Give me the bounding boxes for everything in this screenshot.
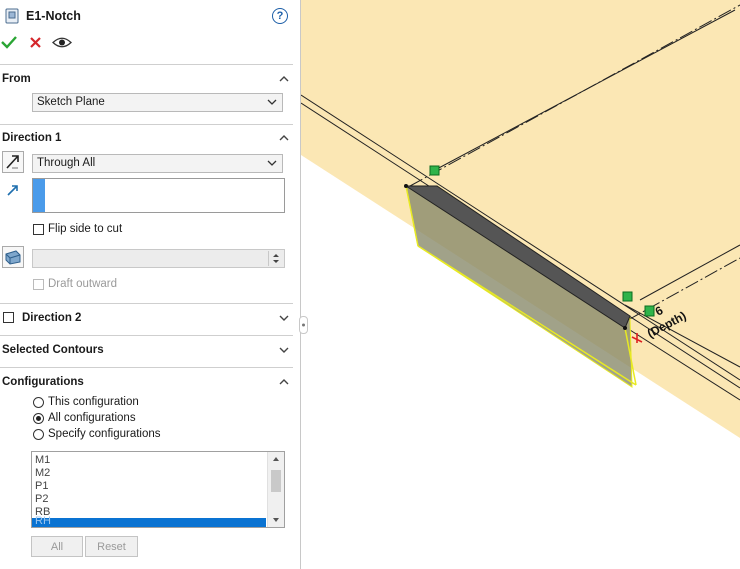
preview-eye-icon[interactable] xyxy=(52,36,72,52)
help-icon[interactable]: ? xyxy=(272,8,288,24)
end-condition-value: Through All xyxy=(37,157,96,169)
this-configuration-radio[interactable] xyxy=(33,397,44,408)
direction2-checkbox[interactable] xyxy=(3,312,14,323)
collapse-chevron-up-icon[interactable] xyxy=(279,376,289,386)
list-item-selected-label: RH xyxy=(35,515,51,527)
this-configuration-label: This configuration xyxy=(48,396,139,408)
list-item[interactable]: M1 xyxy=(35,454,50,466)
sketch-point[interactable] xyxy=(404,184,408,188)
configurations-listbox[interactable]: M1 M2 P1 P2 RB RH xyxy=(31,451,285,528)
direction1-section-header[interactable]: Direction 1 xyxy=(2,132,61,144)
graphics-viewport[interactable]: 6 (Depth) xyxy=(301,0,740,569)
sketch-handle[interactable] xyxy=(429,165,440,176)
end-condition-select[interactable]: Through All xyxy=(32,154,283,173)
direction2-section-header[interactable]: Direction 2 xyxy=(22,312,81,324)
flip-side-to-cut-label: Flip side to cut xyxy=(48,223,123,235)
separator xyxy=(0,64,293,65)
all-configurations-label: All configurations xyxy=(48,412,136,424)
sketch-handle[interactable] xyxy=(622,291,633,302)
expand-chevron-down-icon[interactable] xyxy=(279,312,289,322)
direction-vector-arrow-icon xyxy=(6,183,20,200)
reverse-direction-icon[interactable] xyxy=(2,151,24,173)
from-select[interactable]: Sketch Plane xyxy=(32,93,283,112)
flip-side-to-cut-checkbox[interactable] xyxy=(33,224,44,235)
expand-chevron-down-icon[interactable] xyxy=(279,344,289,354)
separator xyxy=(0,124,293,125)
draft-angle-spinbox[interactable] xyxy=(32,249,285,268)
collapse-chevron-up-icon[interactable] xyxy=(279,73,289,83)
selected-contours-section-header[interactable]: Selected Contours xyxy=(2,344,104,356)
all-configurations-radio[interactable] xyxy=(33,413,44,424)
select-all-button[interactable]: All xyxy=(31,536,83,557)
notch-feature-icon xyxy=(5,8,19,27)
separator xyxy=(0,335,293,336)
from-select-value: Sketch Plane xyxy=(37,96,105,108)
spinner-arrows-icon[interactable] xyxy=(268,251,283,266)
configurations-section-header[interactable]: Configurations xyxy=(2,376,84,388)
list-item[interactable]: P2 xyxy=(35,493,48,505)
specify-configurations-radio[interactable] xyxy=(33,429,44,440)
direction-of-extrusion-field[interactable] xyxy=(32,178,285,213)
collapse-chevron-up-icon[interactable] xyxy=(279,132,289,142)
separator xyxy=(0,303,293,304)
reset-button[interactable]: Reset xyxy=(85,536,138,557)
draft-on-off-icon[interactable] xyxy=(2,246,24,268)
separator xyxy=(0,367,293,368)
specify-configurations-label: Specify configurations xyxy=(48,428,161,440)
3d-model-view[interactable]: 6 (Depth) xyxy=(301,0,740,569)
sheet-metal-face[interactable] xyxy=(301,0,740,438)
list-item[interactable]: P1 xyxy=(35,480,48,492)
draft-outward-checkbox[interactable] xyxy=(33,279,44,290)
from-section-header[interactable]: From xyxy=(2,73,31,85)
sketch-point[interactable] xyxy=(623,326,627,330)
property-manager-panel: E1-Notch ? From Sketch Plane Direction 1… xyxy=(0,0,301,569)
ok-checkmark-icon[interactable] xyxy=(1,35,17,52)
cancel-x-icon[interactable] xyxy=(29,36,42,52)
list-item-selected[interactable]: RH xyxy=(32,515,266,527)
listbox-scrollbar[interactable] xyxy=(267,452,284,527)
chevron-down-icon xyxy=(267,160,277,166)
chevron-down-icon xyxy=(267,99,277,105)
selection-box-highlight xyxy=(33,179,45,212)
list-item[interactable]: M2 xyxy=(35,467,50,479)
feature-title: E1-Notch xyxy=(26,9,81,23)
draft-outward-label: Draft outward xyxy=(48,278,118,290)
